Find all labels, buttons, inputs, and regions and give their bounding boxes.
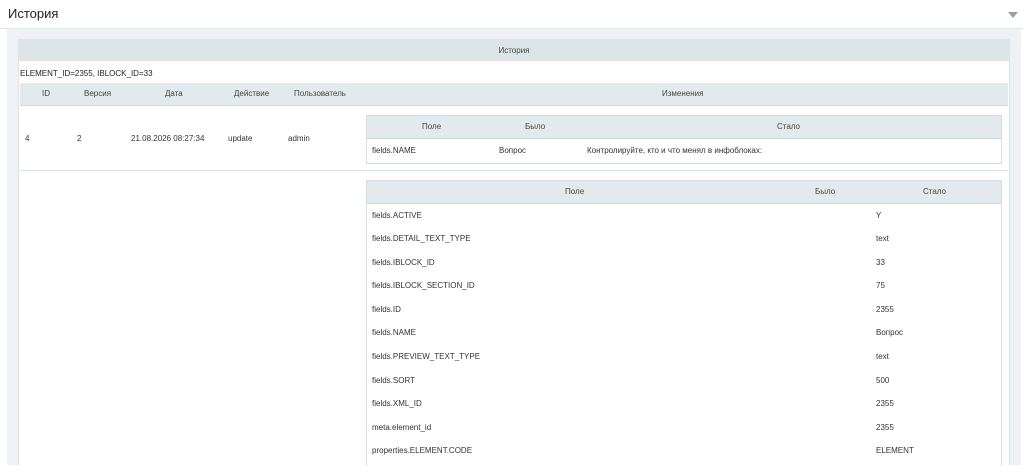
changes-subtable: Поле Было Стало fields.NAME Вопрос Контр… [366, 115, 1002, 164]
full-cell-field: fields.SORT [372, 376, 415, 385]
col-action: Действие [234, 89, 270, 98]
full-cell-field: fields.ID [372, 305, 401, 314]
changes-col-field: Поле [422, 122, 442, 131]
full-col-now: Стало [923, 187, 947, 196]
table-row[interactable]: 4 2 21.08.2026 08:27:34 update admin Пол… [20, 106, 1008, 171]
full-col-field: Поле [565, 187, 585, 196]
full-cell-now: 2355 [876, 305, 894, 314]
cell-version: 2 [77, 134, 82, 143]
cell-action: update [228, 134, 253, 143]
section-title: История [8, 6, 59, 21]
changes-col-now: Стало [777, 122, 801, 131]
full-cell-now: 2355 [876, 423, 894, 432]
col-id: ID [42, 89, 50, 98]
full-cell-now: 500 [876, 376, 890, 385]
changes-cell-now: Контролируйте, кто и что менял в инфобло… [587, 146, 763, 155]
history-inner: История ELEMENT_ID=2355, IBLOCK_ID=33 ID… [18, 39, 1010, 466]
full-cell-now: Вопрос [876, 328, 904, 337]
full-table-header: Поле Было Стало [367, 181, 1001, 204]
col-date: Дата [165, 89, 183, 98]
changes-subtable-header: Поле Было Стало [367, 116, 1001, 139]
collapse-arrow-icon[interactable] [1008, 12, 1018, 18]
full-cell-field: fields.XML_ID [372, 399, 422, 408]
full-cell-field: fields.ACTIVE [372, 211, 422, 220]
col-version: Версия [84, 89, 112, 98]
col-user: Пользователь [294, 89, 346, 98]
full-cell-now: 75 [876, 281, 885, 290]
full-cell-field: fields.PREVIEW_TEXT_TYPE [372, 352, 481, 361]
full-cell-now: 33 [876, 258, 885, 267]
changes-cell-field: fields.NAME [372, 146, 417, 155]
full-col-was: Было [815, 187, 836, 196]
changes-cell-was: Вопрос [499, 146, 527, 155]
full-cell-field: properties.ELEMENT.CODE [372, 446, 473, 455]
full-cell-field: fields.DETAIL_TEXT_TYPE [372, 234, 471, 243]
full-cell-now: Y [876, 211, 882, 220]
section-header: История [0, 0, 1024, 29]
history-panel: История ELEMENT_ID=2355, IBLOCK_ID=33 ID… [7, 29, 1021, 466]
history-table-header: ID Версия Дата Действие Пользователь Изм… [20, 83, 1008, 106]
full-cell-now: ELEMENT [876, 446, 914, 455]
full-cell-now: text [876, 352, 889, 361]
full-cell-field: fields.IBLOCK_ID [372, 258, 435, 267]
full-cell-field: fields.NAME [372, 328, 417, 337]
changes-col-was: Было [525, 122, 546, 131]
cell-date: 21.08.2026 08:27:34 [131, 134, 205, 143]
full-cell-now: text [876, 234, 889, 243]
history-band-title: История [19, 40, 1009, 61]
cell-id: 4 [25, 134, 30, 143]
element-ids-line: ELEMENT_ID=2355, IBLOCK_ID=33 [20, 69, 153, 78]
full-cell-now: 2355 [876, 399, 894, 408]
full-cell-field: meta.element_id [372, 423, 432, 432]
full-fields-table: Поле Было Стало fields.ACTIVE Y fields.D… [366, 180, 1002, 466]
full-cell-field: fields.IBLOCK_SECTION_ID [372, 281, 475, 290]
cell-user: admin [288, 134, 310, 143]
col-changes: Изменения [662, 89, 704, 98]
